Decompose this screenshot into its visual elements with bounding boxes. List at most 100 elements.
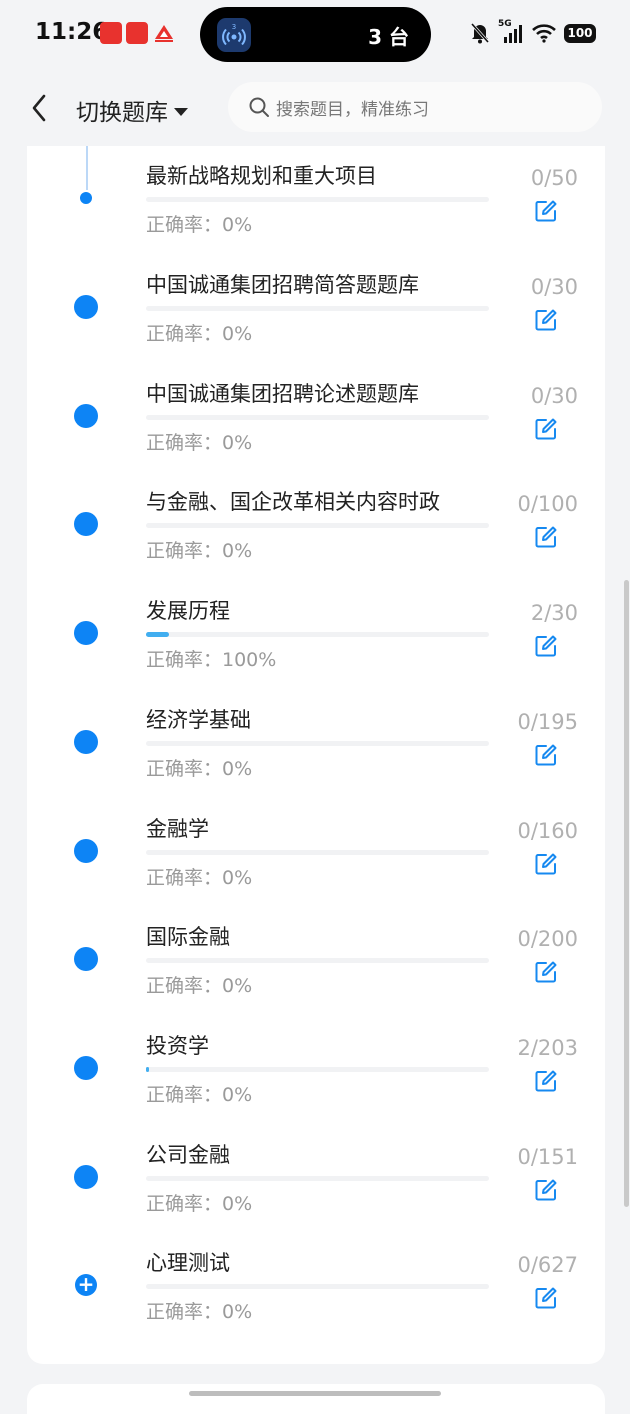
timeline-dot [74, 1056, 98, 1080]
timeline-dot [74, 730, 98, 754]
status-bar: 11:26 3 3 台 5G 100 [0, 0, 630, 70]
list-item[interactable]: 国际金融正确率：0% 0/200 [27, 907, 605, 1016]
item-title: 公司金融 [146, 1143, 230, 1167]
edit-icon[interactable] [534, 1286, 558, 1310]
xiaohongshu-icon [100, 22, 122, 44]
progress-count: 0/30 [530, 384, 578, 408]
island-count: 3 台 [368, 25, 409, 49]
list-item[interactable]: 最新战略规划和重大项目 正确率：0% 0/50 [27, 146, 605, 255]
list-item[interactable]: 中国诚通集团招聘简答题题库 正确率：0% 0/30 [27, 255, 605, 364]
edit-icon[interactable] [534, 743, 558, 767]
home-indicator[interactable] [189, 1391, 441, 1396]
edit-icon[interactable] [534, 1069, 558, 1093]
back-arrow-icon[interactable] [28, 92, 52, 124]
svg-text:3: 3 [232, 23, 236, 31]
progress-count: 0/160 [517, 819, 578, 843]
timeline-dot [74, 947, 98, 971]
timeline-dot [74, 404, 98, 428]
signal-icon: 5G [498, 19, 524, 44]
list-item[interactable]: 公司金融 正确率：0% 0/151 [27, 1125, 605, 1234]
list-item[interactable]: 发展历程正确率：100% 2/30 [27, 581, 605, 690]
caret-down-icon [174, 107, 188, 116]
progress-count: 0/30 [530, 275, 578, 299]
progress-bar [146, 850, 489, 855]
progress-count: 0/100 [517, 492, 578, 516]
question-bank-card: 最新战略规划和重大项目 正确率：0% 0/50 中国诚通集团招聘简答题题库 正确率：0%… [27, 146, 605, 1364]
accuracy-text: 正确率：0% [146, 1084, 253, 1106]
progress-bar [146, 1176, 489, 1181]
search-box[interactable]: 搜索题目，精准练习 [228, 82, 602, 132]
edit-icon[interactable] [534, 308, 558, 332]
progress-count: 0/195 [517, 710, 578, 734]
item-title: 心理测试 [146, 1251, 230, 1275]
accuracy-text: 正确率：0% [146, 323, 253, 345]
progress-count: 0/50 [530, 166, 578, 190]
nav-title: 切换题库 [76, 100, 168, 126]
accuracy-text: 正确率：0% [146, 540, 253, 562]
expand-plus-icon[interactable]: + [75, 1274, 97, 1296]
accuracy-text: 正确率：0% [146, 758, 253, 780]
progress-fill [146, 1067, 150, 1072]
broadcast-icon: 3 [217, 18, 251, 52]
edit-icon[interactable] [534, 960, 558, 984]
progress-fill [146, 632, 169, 637]
progress-bar [146, 197, 489, 202]
accuracy-text: 正确率：0% [146, 867, 253, 889]
dynamic-island[interactable]: 3 3 台 [200, 7, 431, 62]
list-item[interactable]: 与金融、国企改革相关内容时政 正确率：0% 0/100 [27, 472, 605, 581]
top-nav: 切换题库 搜索题目，精准练习 [0, 70, 630, 146]
progress-bar [146, 632, 489, 637]
progress-bar [146, 306, 489, 311]
edit-icon[interactable] [534, 199, 558, 223]
list-item[interactable]: + 心理测试正确率：0% 0/627 [27, 1233, 605, 1342]
timeline-dot [74, 295, 98, 319]
progress-bar [146, 415, 489, 420]
timeline-dot [80, 192, 92, 204]
progress-bar [146, 1284, 489, 1289]
accuracy-text: 正确率：0% [146, 214, 253, 236]
progress-bar [146, 958, 489, 963]
battery-level: 100 [567, 26, 593, 40]
progress-count: 2/30 [530, 601, 578, 625]
edit-icon[interactable] [534, 634, 558, 658]
edit-icon[interactable] [534, 525, 558, 549]
notification-icons [100, 22, 176, 44]
edit-icon[interactable] [534, 852, 558, 876]
accuracy-text: 正确率：0% [146, 975, 253, 997]
list-item[interactable]: 经济学基础 正确率：0% 0/195 [27, 690, 605, 799]
timeline-dot [74, 1165, 98, 1189]
wifi-icon [532, 24, 556, 43]
system-icons: 5G 100 [470, 19, 596, 44]
search-icon [249, 97, 269, 117]
accuracy-text: 正确率：100% [146, 649, 277, 671]
scrollbar[interactable] [624, 580, 629, 1207]
progress-bar [146, 523, 489, 528]
item-title: 发展历程 [146, 599, 230, 623]
progress-count: 2/203 [517, 1036, 578, 1060]
item-title: 与金融、国企改革相关内容时政 [146, 490, 440, 514]
list-item[interactable]: 中国诚通集团招聘论述题题库 正确率：0% 0/30 [27, 364, 605, 473]
list-item[interactable]: 投资学 正确率：0% 2/203 [27, 1016, 605, 1125]
timeline-dot [74, 839, 98, 863]
item-title: 国际金融 [146, 925, 230, 949]
app-logo-icon [152, 22, 176, 44]
switch-bank-dropdown[interactable]: 切换题库 [76, 93, 188, 127]
edit-icon[interactable] [534, 1178, 558, 1202]
search-placeholder: 搜索题目，精准练习 [276, 99, 429, 120]
progress-bar [146, 741, 489, 746]
item-title: 最新战略规划和重大项目 [146, 164, 377, 188]
list-item[interactable]: 金融学正确率：0% 0/160 [27, 799, 605, 908]
accuracy-text: 正确率：0% [146, 1301, 253, 1323]
item-title: 中国诚通集团招聘简答题题库 [146, 273, 419, 297]
accuracy-text: 正确率：0% [146, 432, 253, 454]
progress-count: 0/627 [517, 1253, 578, 1277]
item-title: 金融学 [146, 817, 209, 841]
xiaohongshu-icon [126, 22, 148, 44]
edit-icon[interactable] [534, 417, 558, 441]
battery-icon: 100 [564, 23, 596, 43]
progress-bar [146, 1067, 489, 1072]
accuracy-text: 正确率：0% [146, 1193, 253, 1215]
item-title: 中国诚通集团招聘论述题题库 [146, 382, 419, 406]
next-card [27, 1384, 605, 1414]
progress-count: 0/200 [517, 927, 578, 951]
